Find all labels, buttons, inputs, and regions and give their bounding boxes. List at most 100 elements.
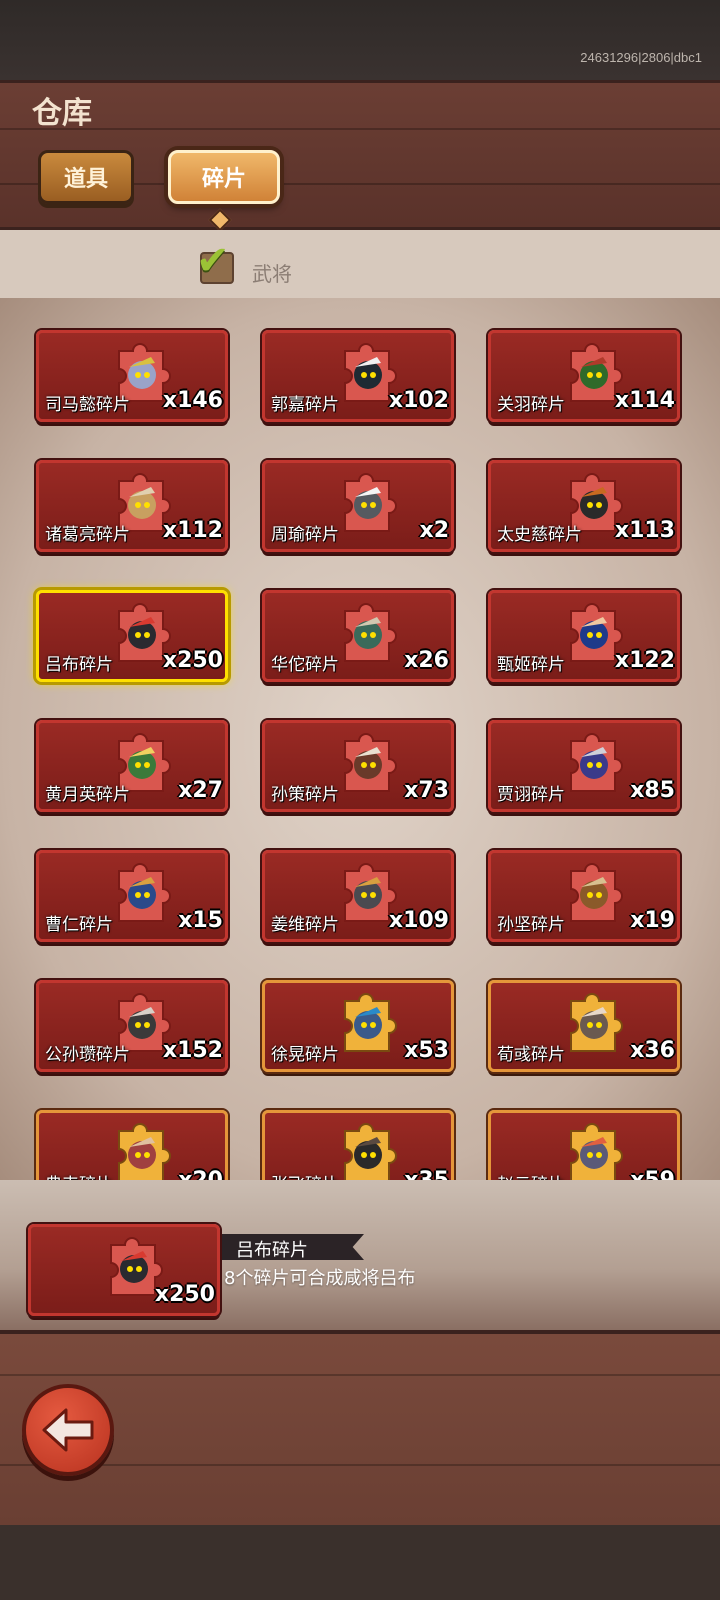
fragment-card[interactable]: 周瑜碎片 x2 [262, 460, 454, 552]
fragment-count: x102 [388, 388, 449, 413]
fragment-count: x26 [404, 648, 449, 673]
fragment-card[interactable]: 司马懿碎片 x146 [36, 330, 228, 422]
general-portrait [128, 361, 156, 389]
fragment-name: 姜维碎片 [271, 915, 339, 935]
fragment-name: 甄姬碎片 [497, 655, 565, 675]
general-portrait [354, 361, 382, 389]
fragment-card[interactable]: 孙坚碎片 x19 [488, 850, 680, 942]
fragment-count: x85 [630, 778, 675, 803]
top-status-bar [0, 0, 720, 80]
detail-name: 吕布碎片 [236, 1240, 308, 1261]
filter-bar [0, 230, 720, 298]
fragment-count: x73 [404, 778, 449, 803]
fragment-card[interactable]: 姜维碎片 x109 [262, 850, 454, 942]
fragment-name: 司马懿碎片 [45, 395, 130, 415]
puzzle-piece-icon [570, 863, 623, 922]
fragment-count: x36 [630, 1038, 675, 1063]
fragment-grid-area[interactable]: 司马懿碎片 x146 郭嘉碎片 x102 关羽碎片 x114 诸葛亮碎片 x112 周瑜碎片 x2… [0, 298, 720, 1180]
fragment-count: x2 [419, 518, 450, 543]
fragment-name: 周瑜碎片 [271, 525, 339, 545]
fragment-count: x146 [162, 388, 223, 413]
puzzle-piece-icon [118, 1123, 171, 1180]
detail-face [120, 1255, 148, 1283]
fragment-card[interactable]: 太史慈碎片 x113 [488, 460, 680, 552]
fragment-card[interactable]: 诸葛亮碎片 x112 [36, 460, 228, 552]
fragment-name: 关羽碎片 [497, 395, 565, 415]
fragment-count: x35 [404, 1168, 449, 1180]
general-portrait [580, 1011, 608, 1039]
general-portrait [580, 361, 608, 389]
fragment-name: 孙策碎片 [271, 785, 339, 805]
fragment-card[interactable]: 吕布碎片 x250 [36, 590, 228, 682]
general-portrait [354, 621, 382, 649]
general-portrait [128, 881, 156, 909]
fragment-card[interactable]: 荀彧碎片 x36 [488, 980, 680, 1072]
back-button[interactable] [22, 1384, 114, 1476]
tab-fragments[interactable]: 碎片 [168, 150, 280, 204]
puzzle-piece-icon [118, 863, 171, 922]
general-portrait [354, 751, 382, 779]
fragment-card[interactable]: 贾诩碎片 x85 [488, 720, 680, 812]
fragment-count: x152 [162, 1038, 223, 1063]
fragment-count: x113 [614, 518, 675, 543]
fragment-card[interactable]: 甄姬碎片 x122 [488, 590, 680, 682]
fragment-name: 太史慈碎片 [497, 525, 582, 545]
fragment-name: 贾诩碎片 [497, 785, 565, 805]
build-id-label: 24631296|2806|dbc1 [580, 50, 702, 65]
fragment-name: 徐晃碎片 [271, 1045, 339, 1065]
fragment-count: x53 [404, 1038, 449, 1063]
fragment-card[interactable]: 典韦碎片 x20 [36, 1110, 228, 1180]
back-arrow-icon [42, 1408, 94, 1452]
fragment-card[interactable]: 孙策碎片 x73 [262, 720, 454, 812]
general-portrait [354, 1141, 382, 1169]
puzzle-piece-icon [344, 1123, 397, 1180]
general-filter-label: 武将 [252, 262, 292, 286]
general-portrait [354, 881, 382, 909]
detail-count: x250 [154, 1282, 215, 1307]
puzzle-piece-icon [344, 993, 397, 1052]
fragment-count: x114 [614, 388, 675, 413]
fragment-name: 诸葛亮碎片 [45, 525, 130, 545]
fragment-count: x122 [614, 648, 675, 673]
puzzle-piece-icon [570, 993, 623, 1052]
fragment-count: x27 [178, 778, 223, 803]
general-portrait [128, 491, 156, 519]
general-portrait [354, 1011, 382, 1039]
checkmark-icon: ✔ [196, 238, 230, 284]
system-nav-bar [0, 1525, 720, 1600]
fragment-name: 曹仁碎片 [45, 915, 113, 935]
fragment-count: x15 [178, 908, 223, 933]
fragment-card[interactable]: 张飞碎片 x35 [262, 1110, 454, 1180]
fragment-count: x19 [630, 908, 675, 933]
general-portrait [354, 491, 382, 519]
general-portrait [580, 1141, 608, 1169]
fragment-card[interactable]: 公孙瓒碎片 x152 [36, 980, 228, 1072]
tab-items[interactable]: 道具 [38, 150, 134, 204]
puzzle-piece-icon [344, 473, 397, 532]
fragment-card[interactable]: 黄月英碎片 x27 [36, 720, 228, 812]
general-portrait [128, 1011, 156, 1039]
puzzle-piece-icon [344, 603, 397, 662]
general-portrait [580, 491, 608, 519]
fragment-card[interactable]: 关羽碎片 x114 [488, 330, 680, 422]
fragment-card[interactable]: 赵云碎片 x59 [488, 1110, 680, 1180]
fragment-name: 黄月英碎片 [45, 785, 130, 805]
fragment-name: 公孙瓒碎片 [45, 1045, 130, 1065]
detail-card-frame: x250 [28, 1224, 220, 1316]
fragment-card[interactable]: 华佗碎片 x26 [262, 590, 454, 682]
fragment-grid: 司马懿碎片 x146 郭嘉碎片 x102 关羽碎片 x114 诸葛亮碎片 x112 周瑜碎片 x2… [36, 330, 688, 1180]
fragment-name: 孙坚碎片 [497, 915, 565, 935]
fragment-card[interactable]: 郭嘉碎片 x102 [262, 330, 454, 422]
fragment-name: 吕布碎片 [45, 655, 113, 675]
puzzle-piece-icon [344, 733, 397, 792]
fragment-count: x250 [162, 648, 223, 673]
fragment-count: x112 [162, 518, 223, 543]
fragment-card[interactable]: 曹仁碎片 x15 [36, 850, 228, 942]
fragment-name: 赵云碎片 [497, 1170, 565, 1180]
general-portrait [128, 751, 156, 779]
puzzle-piece-icon [570, 1123, 623, 1180]
fragment-card[interactable]: 徐晃碎片 x53 [262, 980, 454, 1072]
detail-description: 8个碎片可合成咸将吕布 [224, 1268, 416, 1289]
fragment-count: x59 [630, 1168, 675, 1180]
general-portrait [128, 621, 156, 649]
